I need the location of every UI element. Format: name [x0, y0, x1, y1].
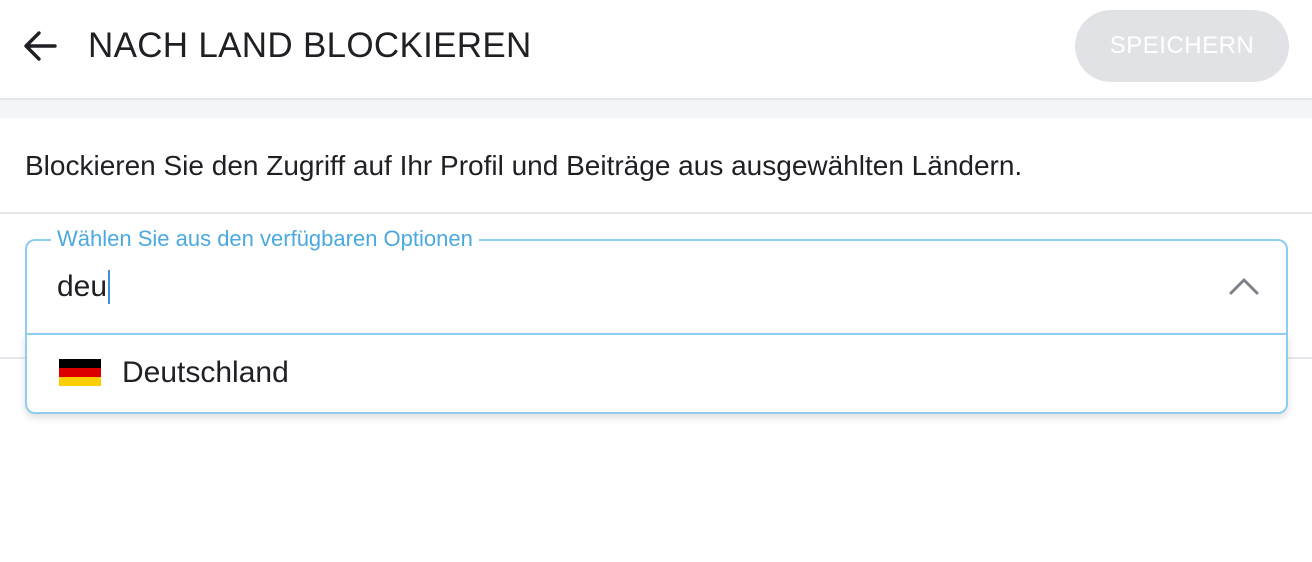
option-deutschland[interactable]: Deutschland: [27, 335, 1286, 412]
germany-flag-icon: [59, 359, 101, 386]
chevron-up-icon[interactable]: [1226, 271, 1262, 301]
save-button[interactable]: SPEICHERN: [1075, 10, 1289, 82]
flag-stripe-black: [59, 359, 101, 368]
back-button[interactable]: [18, 24, 62, 68]
arrow-left-icon: [24, 31, 57, 61]
country-dropdown-list: Deutschland: [25, 333, 1288, 414]
divider: [0, 212, 1312, 214]
section-separator: [0, 100, 1312, 118]
page-title: NACH LAND BLOCKIEREN: [88, 26, 532, 65]
country-search-value: deu: [57, 270, 108, 303]
top-bar: NACH LAND BLOCKIEREN SPEICHERN: [0, 0, 1312, 100]
country-search-input[interactable]: deu: [57, 269, 111, 305]
country-select-label: Wählen Sie aus den verfügbaren Optionen: [51, 225, 479, 253]
flag-stripe-gold: [59, 377, 101, 386]
text-cursor: [108, 270, 111, 304]
option-label: Deutschland: [122, 356, 289, 389]
flag-stripe-red: [59, 368, 101, 377]
page-description: Blockieren Sie den Zugriff auf Ihr Profi…: [25, 150, 1023, 181]
country-select-field[interactable]: Wählen Sie aus den verfügbaren Optionen …: [25, 225, 1288, 333]
